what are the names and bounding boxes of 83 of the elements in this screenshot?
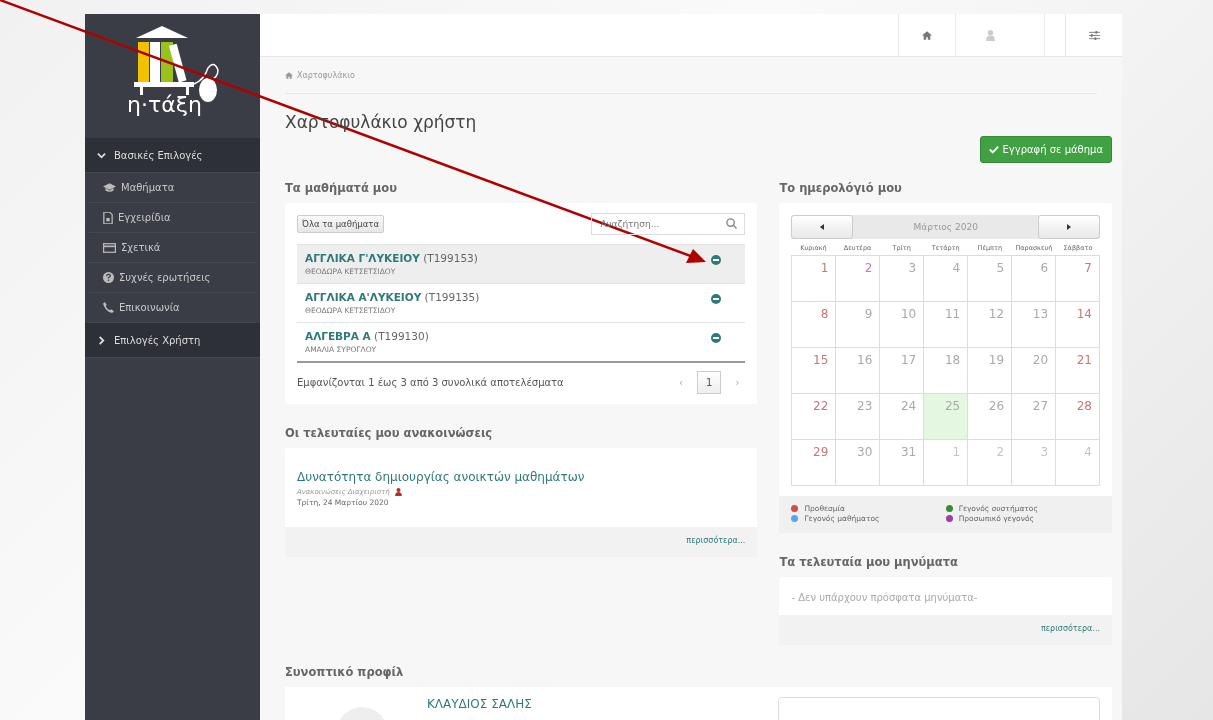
results-summary: Εμφανίζονται 1 έως 3 από 3 συνολικά αποτελέσματα (297, 377, 564, 388)
calendar-day[interactable]: 4 (924, 256, 969, 302)
calendar-day[interactable]: 7 (1056, 256, 1100, 302)
credit-card-icon (103, 242, 116, 253)
home-icon (285, 71, 293, 79)
previous-page-link[interactable]: ‹ (679, 377, 684, 388)
calendar-day[interactable]: 3 (880, 256, 925, 302)
chevron-icon (97, 150, 106, 160)
sidebar-item[interactable]: Εγχειρίδια (89, 203, 256, 233)
calendar-day[interactable]: 8 (792, 302, 837, 348)
home-icon (922, 30, 932, 40)
sidebar-item[interactable]: Μαθήματα (89, 173, 256, 203)
calendar-day[interactable]: 1 (792, 256, 837, 302)
calendar-day[interactable]: 30 (836, 440, 881, 486)
section-heading: Τα τελευταία μου μηνύματα (779, 555, 959, 569)
calendar-day[interactable]: 3 (1012, 440, 1057, 486)
calendar-day[interactable]: 25 (924, 394, 969, 440)
next-page-link[interactable]: › (735, 377, 740, 388)
check-icon (988, 145, 999, 154)
user-icon (394, 488, 402, 496)
calendar-day[interactable]: 2 (836, 256, 881, 302)
previous-month-button[interactable] (791, 215, 854, 239)
next-month-button[interactable] (1038, 215, 1100, 239)
sidebar-group-toggle[interactable]: Επιλογές Χρήστη (85, 323, 260, 358)
sliders-icon (1088, 30, 1100, 40)
profile-name: ΚΛΑΥΔΙΟΣ ΣΑΛΗΣ (427, 697, 533, 711)
course-title[interactable]: ΑΓΓΛΙΚΑ Γ'ΛΥΚΕΙΟΥ (T199153) (305, 252, 478, 264)
more-link[interactable]: περισσότερα... (686, 536, 746, 545)
calendar-day[interactable]: 13 (1012, 302, 1057, 348)
empty-messages-text: - Δεν υπάρχουν πρόσφατα μηνύματα- (790, 591, 979, 605)
calendar-day[interactable]: 17 (880, 348, 925, 394)
calendar-day[interactable]: 5 (968, 256, 1013, 302)
calendar-day[interactable]: 21 (1056, 348, 1100, 394)
more-link[interactable]: περισσότερα... (1040, 624, 1100, 633)
course-title[interactable]: ΑΛΓΕΒΡΑ Α (T199130) (305, 330, 429, 342)
page-link[interactable]: 1 (697, 371, 722, 394)
month-label: Μάρτιος 2020 (912, 222, 979, 232)
calendar-day[interactable]: 10 (880, 302, 925, 348)
announcement-link[interactable]: Δυνατότητα δημιουργίας ανοικτών μαθημάτων (297, 470, 746, 484)
calendar-day[interactable]: 14 (1056, 302, 1100, 348)
calendar-day[interactable]: 2 (968, 440, 1013, 486)
calendar-day[interactable]: 31 (880, 440, 925, 486)
calendar-day[interactable]: 20 (1012, 348, 1057, 394)
phone-icon (103, 302, 114, 313)
chevron-icon (97, 335, 106, 345)
calendar-day[interactable]: 19 (968, 348, 1013, 394)
enroll-button[interactable]: Εγγραφή σε μάθημα (979, 136, 1112, 163)
all-courses-button[interactable]: Όλα τα μαθήματα (297, 215, 384, 233)
right-triangle-icon (1067, 224, 1071, 230)
calendar-day[interactable]: 28 (1056, 394, 1100, 440)
question-icon (103, 272, 114, 283)
calendar-day[interactable]: 15 (792, 348, 837, 394)
calendar-day[interactable]: 27 (1012, 394, 1057, 440)
section-heading: Το ημερολόγιό μου (779, 181, 903, 195)
search-icon (726, 218, 738, 229)
calendar-day[interactable]: 11 (924, 302, 969, 348)
calendar-day[interactable]: 26 (968, 394, 1013, 440)
calendar-day[interactable]: 9 (836, 302, 881, 348)
calendar-day[interactable]: 4 (1056, 440, 1100, 486)
calendar-day[interactable]: 12 (968, 302, 1013, 348)
calendar-day[interactable]: 29 (792, 440, 837, 486)
unenroll-minus-icon[interactable] (711, 333, 722, 343)
document-icon (103, 211, 113, 224)
sidebar-group-toggle[interactable]: Βασικές Επιλογές (85, 138, 260, 173)
unenroll-minus-icon[interactable] (711, 255, 722, 265)
calendar-day[interactable]: 22 (792, 394, 837, 440)
calendar-day[interactable]: 16 (836, 348, 881, 394)
logo-text: η·τάξη (127, 92, 202, 117)
user-icon (986, 29, 995, 41)
section-heading: Οι τελευταίες μου ανακοινώσεις (285, 426, 494, 440)
sidebar-item[interactable]: Σχετικά (89, 233, 256, 263)
sidebar-item[interactable]: Συχνές ερωτήσεις (89, 263, 256, 293)
section-heading: Συνοπτικό προφίλ (285, 665, 405, 679)
section-heading: Τα μαθήματά μου (285, 181, 398, 195)
breadcrumb-link[interactable]: Χαρτοφυλάκιο (297, 70, 355, 80)
calendar-day[interactable]: 6 (1012, 256, 1057, 302)
course-title[interactable]: ΑΓΓΛΙΚΑ Α'ΛΥΚΕΙΟΥ (T199135) (305, 291, 480, 303)
graduation-cap-icon (103, 182, 116, 193)
calendar-day[interactable]: 1 (924, 440, 969, 486)
user-menu-button[interactable] (955, 14, 1045, 56)
left-triangle-icon (820, 224, 825, 230)
unenroll-minus-icon[interactable] (711, 294, 722, 304)
calendar-day[interactable]: 23 (836, 394, 881, 440)
